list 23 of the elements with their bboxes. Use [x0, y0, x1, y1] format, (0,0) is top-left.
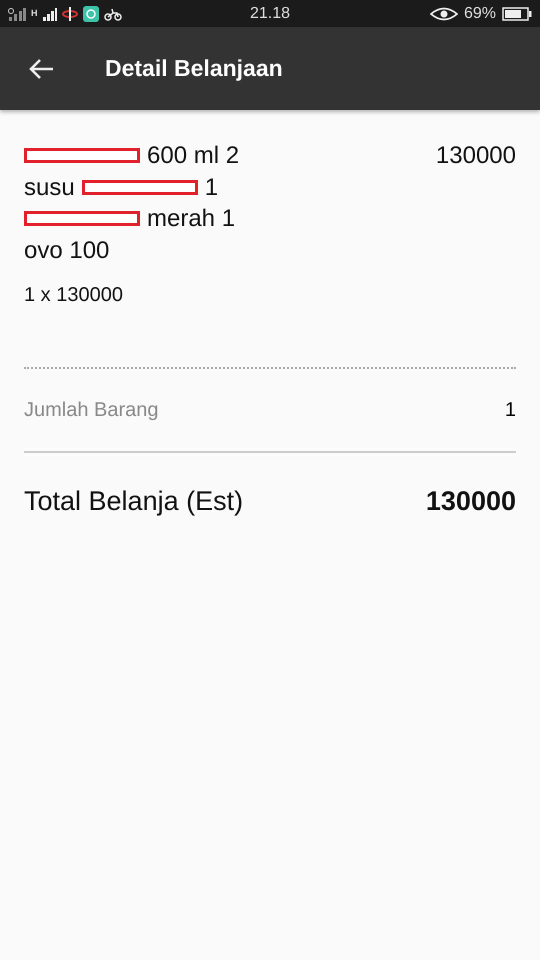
total-value: 130000 [426, 486, 516, 516]
app-icon [82, 6, 98, 22]
battery-percentage: 69% [464, 4, 496, 22]
item-name-text: ovo 100 [24, 236, 110, 266]
motorbike-icon [104, 6, 122, 20]
item-count-label: Jumlah Barang [24, 398, 159, 422]
eye-icon [430, 6, 458, 20]
quantity-line: 1 x 130000 [24, 284, 124, 307]
item-name-text: 600 ml 2 [147, 141, 240, 171]
item-price: 130000 [436, 141, 516, 171]
item-name-text: susu [24, 172, 75, 202]
item-count-value: 1 [504, 398, 516, 422]
back-arrow-icon [28, 58, 54, 80]
signal-icon [42, 6, 56, 20]
app-icon [62, 6, 78, 22]
screen-title: Detail Belanjaan [105, 55, 283, 82]
item-name-text: 1 [204, 172, 218, 202]
total-label: Total Belanja (Est) [24, 486, 244, 516]
battery-icon [502, 6, 532, 20]
signal-icon [8, 6, 26, 20]
item-name-text: merah 1 [147, 204, 236, 234]
clock: 21.18 [250, 4, 290, 22]
network-type: H [31, 9, 38, 18]
